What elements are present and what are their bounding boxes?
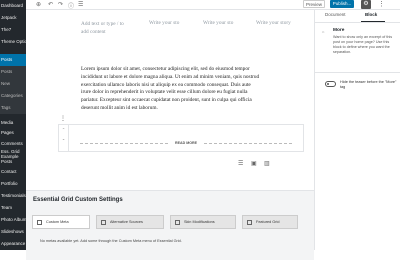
sidebar-item-slideshows[interactable]: Slideshows — [0, 226, 26, 238]
custom-meta-icon — [37, 220, 42, 225]
no-metas-message: No metas available yet. Add some through… — [40, 239, 182, 243]
settings-gear-icon[interactable]: ⚙ — [361, 0, 371, 9]
metabox-tabs: Custom Meta Alternative Sources Skin Mod… — [32, 215, 312, 231]
sidebar-subitem-new[interactable]: New — [0, 78, 26, 90]
hide-teaser-label: Hide the teaser before the "More" tag — [340, 80, 397, 89]
preview-button[interactable]: Preview — [303, 0, 325, 8]
admin-sidebar: Dashboard Jetpack The7 Theme Options Pos… — [0, 0, 26, 250]
redo-icon[interactable]: ↷ — [58, 1, 63, 8]
placeholder-column-1[interactable]: Add text or type / to add content — [81, 20, 131, 36]
block-card-title: More — [333, 28, 345, 33]
more-block-icon: ⇔ — [321, 29, 325, 34]
tab-alternative-sources[interactable]: Alternative Sources — [96, 215, 164, 229]
metabox-title: Essential Grid Custom Settings — [33, 197, 123, 203]
sidebar-item-testimonials[interactable]: Testimonials — [0, 190, 26, 202]
sidebar-item-theme-options[interactable]: Theme Options — [0, 36, 26, 48]
move-down-icon[interactable]: ⌄ — [62, 136, 65, 141]
tab-block[interactable]: Block — [365, 12, 377, 17]
editor-top-toolbar: ⊕ ↶ ↷ ⓘ ☰ Preview Publish... ⚙ ⋮ — [26, 0, 400, 10]
sidebar-item-ess-grid-posts[interactable]: Ess. Grid Example Posts — [0, 149, 26, 163]
sidebar-item-jetpack[interactable]: Jetpack — [0, 12, 26, 24]
info-icon[interactable]: ⓘ — [68, 1, 74, 10]
read-more-label: READ MORE — [175, 141, 197, 145]
hide-teaser-toggle[interactable] — [325, 81, 336, 87]
gallery-icon[interactable]: ▥ — [264, 160, 270, 167]
placeholder-column-4[interactable]: Write your story — [256, 20, 291, 26]
placeholder-column-3[interactable]: Write your sto — [203, 20, 233, 26]
featured-grid-icon — [247, 220, 252, 225]
alternative-sources-icon — [101, 220, 106, 225]
tab-featured-grid[interactable]: Featured Grid — [242, 215, 298, 229]
tab-document[interactable]: Document — [325, 12, 346, 17]
more-block[interactable]: ⌃ ⌄ — [58, 124, 304, 152]
sidebar-item-the7[interactable]: The7 — [0, 24, 26, 36]
move-up-icon[interactable]: ⌃ — [62, 127, 65, 132]
placeholder-column-2[interactable]: Write your sto — [149, 20, 179, 26]
publish-button[interactable]: Publish... — [330, 0, 354, 8]
tab-skin-modifications[interactable]: Skin Modifications — [170, 215, 236, 229]
block-inserter-icon[interactable]: ⊕ — [36, 1, 41, 8]
paragraph-block[interactable]: Lorem ipsum dolor sit amet, consectetur … — [81, 66, 261, 113]
outline-icon[interactable]: ☰ — [78, 1, 83, 8]
block-drag-handle-icon[interactable]: ⋮ — [60, 115, 66, 122]
undo-icon[interactable]: ↶ — [48, 1, 53, 8]
tab-custom-meta[interactable]: Custom Meta — [32, 215, 90, 229]
more-options-icon[interactable]: ⋮ — [378, 0, 385, 8]
sidebar-item-appearance[interactable]: Appearance — [0, 238, 26, 250]
block-card-description: Want to show only an excerpt of this pos… — [333, 35, 393, 54]
editor-canvas: Add text or type / to add content Write … — [26, 10, 314, 260]
sidebar-item-portfolio[interactable]: Portfolio — [0, 178, 26, 190]
sidebar-subitem-tags[interactable]: Tags — [0, 102, 26, 114]
block-settings-panel: Document Block ⇔ More Want to show only … — [314, 10, 400, 250]
sidebar-item-team[interactable]: Team — [0, 202, 26, 214]
sidebar-item-contact[interactable]: Contact — [0, 166, 26, 178]
align-icon[interactable]: ☰ — [238, 160, 243, 167]
sidebar-item-posts[interactable]: Posts — [0, 54, 26, 66]
sidebar-subitem-categories[interactable]: Categories — [0, 90, 26, 102]
image-block-icon[interactable]: ▣ — [251, 160, 257, 167]
sidebar-item-dashboard[interactable]: Dashboard — [0, 0, 26, 12]
sidebar-subitem-all-posts[interactable]: Posts — [0, 66, 26, 78]
read-more-separator: READ MORE — [66, 141, 306, 145]
sidebar-item-photo-albums[interactable]: Photo Albums — [0, 214, 26, 226]
block-mover[interactable]: ⌃ ⌄ — [59, 125, 69, 151]
skin-modifications-icon — [175, 220, 180, 225]
